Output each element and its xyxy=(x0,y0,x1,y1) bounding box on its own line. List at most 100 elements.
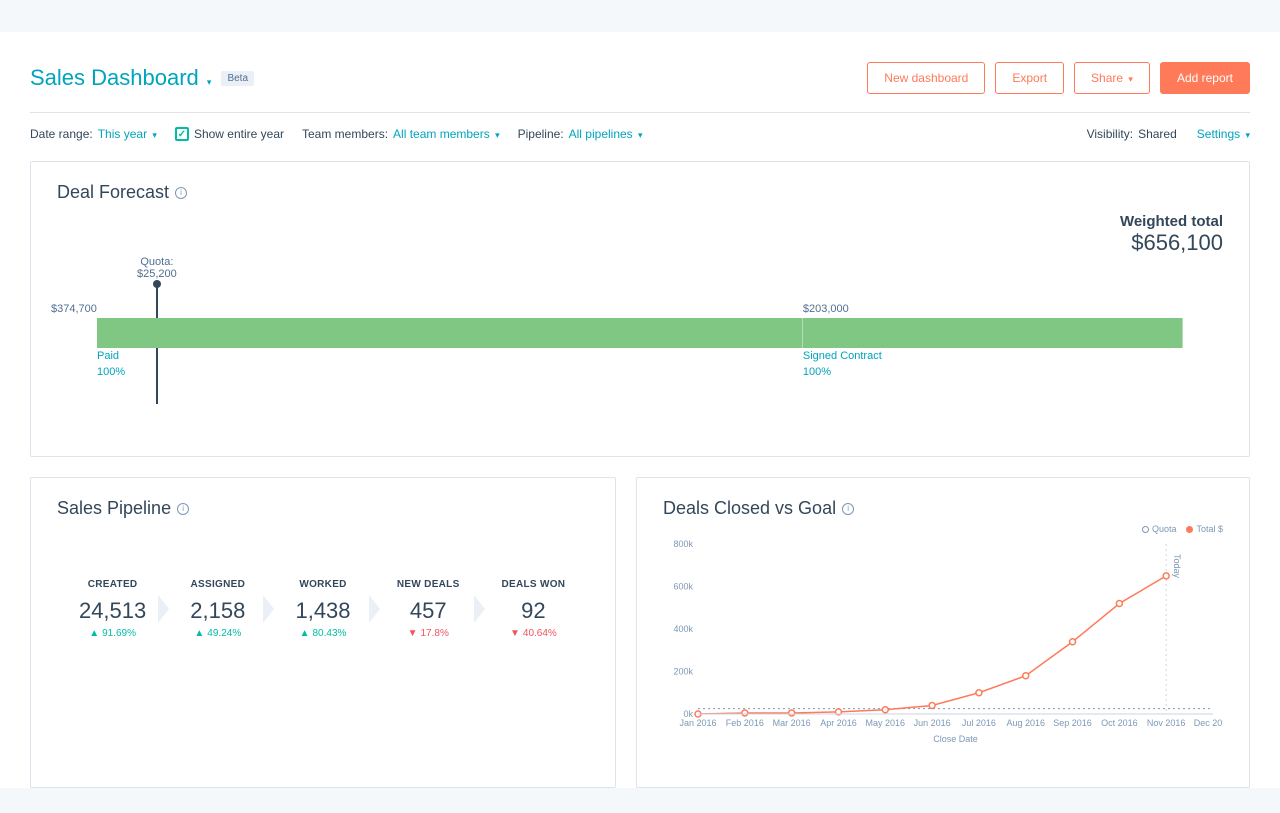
chevron-down-icon: ▾ xyxy=(1245,130,1250,140)
legend-quota: Quota xyxy=(1152,524,1177,534)
quota-value: $25,200 xyxy=(137,268,177,280)
settings-dropdown[interactable]: Settings ▾ xyxy=(1197,127,1250,141)
show-entire-year-toggle[interactable]: Show entire year xyxy=(175,127,284,141)
svg-text:Aug 2016: Aug 2016 xyxy=(1006,718,1045,728)
svg-text:Jun 2016: Jun 2016 xyxy=(914,718,951,728)
chevron-down-icon: ▾ xyxy=(1128,74,1133,84)
pipeline-value: All pipelines ▾ xyxy=(569,127,643,141)
chevron-right-icon xyxy=(369,595,383,623)
svg-text:400k: 400k xyxy=(673,624,693,634)
svg-text:200k: 200k xyxy=(673,667,693,677)
deal-forecast-title: Deal Forecast xyxy=(57,182,169,203)
title-row: Sales Dashboard ▾ Beta New dashboard Exp… xyxy=(30,62,1250,113)
svg-text:Nov 2016: Nov 2016 xyxy=(1147,718,1186,728)
chevron-right-icon xyxy=(263,595,277,623)
quota-label: Quota: xyxy=(137,256,177,268)
forecast-segment-paid[interactable]: $374,700 Paid 100% xyxy=(97,318,803,348)
filter-row: Date range: This year ▾ Show entire year… xyxy=(30,113,1250,161)
team-members-label: Team members: xyxy=(302,127,388,141)
chevron-down-icon: ▾ xyxy=(152,130,157,140)
pipeline-stages: CREATED 24,513 ▲ 91.69% ASSIGNED 2,158 ▲ 49.2… xyxy=(57,579,589,639)
share-label: Share xyxy=(1091,71,1123,85)
svg-text:Dec 2016: Dec 2016 xyxy=(1194,718,1223,728)
weighted-total-label: Weighted total xyxy=(1120,213,1223,230)
seg2-amount: $203,000 xyxy=(803,303,849,315)
svg-text:Feb 2016: Feb 2016 xyxy=(726,718,764,728)
forecast-bar-chart: Quota: $25,200 $374,700 Paid 100% $203,0… xyxy=(97,256,1183,436)
deals-line-chart: 0k200k400k600k800kTodayJan 2016Feb 2016M… xyxy=(663,534,1223,754)
team-members-filter[interactable]: Team members: All team members ▾ xyxy=(302,127,500,141)
dashboard-title-text: Sales Dashboard xyxy=(30,65,199,90)
seg2-pct: 100% xyxy=(803,366,831,378)
svg-text:800k: 800k xyxy=(673,539,693,549)
svg-text:Jan 2016: Jan 2016 xyxy=(679,718,716,728)
pipeline-filter[interactable]: Pipeline: All pipelines ▾ xyxy=(518,127,643,141)
chevron-right-icon xyxy=(474,595,488,623)
beta-badge: Beta xyxy=(221,71,254,86)
chevron-down-icon: ▾ xyxy=(495,130,500,140)
chevron-right-icon xyxy=(158,595,172,623)
stage-delta: ▲ 80.43% xyxy=(277,628,368,639)
seg2-name: Signed Contract xyxy=(803,350,882,362)
visibility-indicator: Visibility: Shared xyxy=(1087,127,1177,141)
stage-delta: ▼ 40.64% xyxy=(488,628,579,639)
share-button[interactable]: Share ▾ xyxy=(1074,62,1150,94)
svg-text:Close Date: Close Date xyxy=(933,734,978,744)
deals-closed-vs-goal-card: Deals Closed vs Goal i Quota Total $ 0k2… xyxy=(636,477,1250,788)
pipeline-stage: DEALS WON 92 ▼ 40.64% xyxy=(488,579,579,639)
visibility-value: Shared xyxy=(1138,127,1177,141)
stage-delta: ▲ 49.24% xyxy=(172,628,263,639)
svg-text:Today: Today xyxy=(1172,554,1182,579)
info-icon[interactable]: i xyxy=(177,503,189,515)
sales-pipeline-title: Sales Pipeline xyxy=(57,498,171,519)
svg-text:Oct 2016: Oct 2016 xyxy=(1101,718,1138,728)
deals-chart-title: Deals Closed vs Goal xyxy=(663,498,836,519)
stage-value: 92 xyxy=(488,598,579,624)
chart-legend: Quota Total $ xyxy=(1142,524,1223,534)
deal-forecast-card: Deal Forecast i Weighted total $656,100 … xyxy=(30,161,1250,457)
show-entire-year-label: Show entire year xyxy=(194,127,284,141)
sales-pipeline-card: Sales Pipeline i CREATED 24,513 ▲ 91.69% AS… xyxy=(30,477,616,788)
info-icon[interactable]: i xyxy=(175,187,187,199)
team-members-value: All team members ▾ xyxy=(393,127,500,141)
pipeline-stage: ASSIGNED 2,158 ▲ 49.24% xyxy=(172,579,263,639)
svg-text:May 2016: May 2016 xyxy=(866,718,906,728)
seg1-name: Paid xyxy=(97,350,119,362)
export-button[interactable]: Export xyxy=(995,62,1064,94)
forecast-segment-signed[interactable]: $203,000 Signed Contract 100% xyxy=(803,318,1183,348)
info-icon[interactable]: i xyxy=(842,503,854,515)
stage-label: WORKED xyxy=(277,579,368,590)
weighted-total-value: $656,100 xyxy=(1120,230,1223,256)
chevron-down-icon: ▾ xyxy=(638,130,643,140)
date-range-label: Date range: xyxy=(30,127,93,141)
pipeline-stage: WORKED 1,438 ▲ 80.43% xyxy=(277,579,368,639)
legend-total: Total $ xyxy=(1196,524,1223,534)
svg-text:Apr 2016: Apr 2016 xyxy=(820,718,857,728)
svg-text:600k: 600k xyxy=(673,582,693,592)
stage-delta: ▲ 91.69% xyxy=(67,628,158,639)
stage-value: 457 xyxy=(383,598,474,624)
stage-label: ASSIGNED xyxy=(172,579,263,590)
svg-text:Jul 2016: Jul 2016 xyxy=(962,718,996,728)
date-range-filter[interactable]: Date range: This year ▾ xyxy=(30,127,157,141)
seg1-pct: 100% xyxy=(97,366,125,378)
visibility-label: Visibility: xyxy=(1087,127,1133,141)
pipeline-stage: NEW DEALS 457 ▼ 17.8% xyxy=(383,579,474,639)
add-report-button[interactable]: Add report xyxy=(1160,62,1250,94)
svg-text:Mar 2016: Mar 2016 xyxy=(773,718,811,728)
date-range-value: This year ▾ xyxy=(98,127,157,141)
chevron-down-icon: ▾ xyxy=(207,77,212,87)
dashboard-title-dropdown[interactable]: Sales Dashboard ▾ xyxy=(30,65,211,91)
stage-value: 2,158 xyxy=(172,598,263,624)
stage-delta: ▼ 17.8% xyxy=(383,628,474,639)
stage-label: CREATED xyxy=(67,579,158,590)
pipeline-stage: CREATED 24,513 ▲ 91.69% xyxy=(67,579,158,639)
stage-value: 24,513 xyxy=(67,598,158,624)
pipeline-label: Pipeline: xyxy=(518,127,564,141)
settings-label: Settings xyxy=(1197,127,1240,141)
stage-value: 1,438 xyxy=(277,598,368,624)
stage-label: NEW DEALS xyxy=(383,579,474,590)
seg1-amount: $374,700 xyxy=(51,303,97,315)
stage-label: DEALS WON xyxy=(488,579,579,590)
new-dashboard-button[interactable]: New dashboard xyxy=(867,62,985,94)
